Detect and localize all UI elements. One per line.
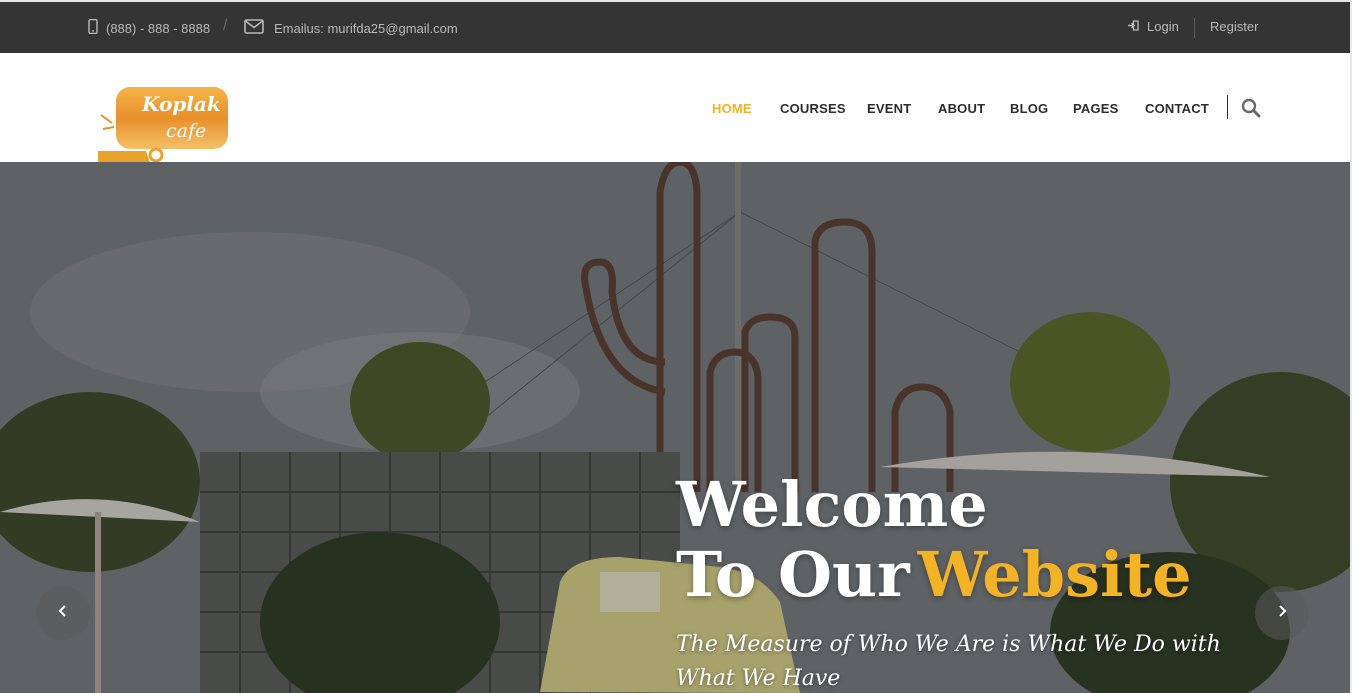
nav-item-pages[interactable]: PAGES [1073,101,1119,116]
hero-tagline: The Measure of Who We Are is What We Do … [676,632,1221,691]
topbar-divider [1194,18,1195,38]
nav-item-courses[interactable]: COURSES [780,101,846,116]
hero-title-line2: To Our Website [676,540,1192,610]
hero-overlay [0,162,1350,693]
nav-item-about[interactable]: ABOUT [938,101,985,116]
slider-next-button[interactable] [1255,586,1309,640]
koplak-cafe-logo[interactable]: Koplak cafe [98,85,233,163]
hero-title-accent: Website [917,538,1192,611]
logo-text-line1: Koplak [141,92,221,116]
sign-in-icon [1127,19,1139,34]
hero-title-line1: Welcome [676,468,988,541]
top-bar: (888) - 888 - 8888 / Emailus: murifda25@… [0,0,1350,53]
phone-number: (888) - 888 - 8888 [106,20,211,36]
chevron-left-icon [57,604,69,623]
login-label: Login [1147,19,1179,34]
hero-title-white: To Our [676,538,910,611]
nav-item-event[interactable]: EVENT [867,101,911,116]
logo-text-line2: cafe [166,120,206,142]
chevron-right-icon [1276,604,1288,623]
topbar-separator: / [223,17,228,34]
nav-item-home[interactable]: HOME [712,101,752,116]
slider-prev-button[interactable] [36,586,90,640]
login-link[interactable]: Login [1127,19,1179,34]
nav-item-blog[interactable]: BLOG [1010,101,1048,116]
hero-slider: Welcome To Our Website The Measure of Who… [0,162,1350,693]
email-address: Emailus: murifda25@gmail.com [274,20,458,36]
nav-item-contact[interactable]: CONTACT [1145,101,1209,116]
email-contact: Emailus: murifda25@gmail.com [244,19,458,37]
site-header: Koplak cafe HOME COURSES EVENT ABOUT BLO… [0,53,1350,163]
phone-contact: (888) - 888 - 8888 [88,18,211,37]
register-link[interactable]: Register [1210,19,1258,34]
mobile-phone-icon [88,18,98,37]
search-icon[interactable] [1241,98,1261,118]
envelope-icon [244,19,264,37]
nav-divider [1227,95,1228,119]
